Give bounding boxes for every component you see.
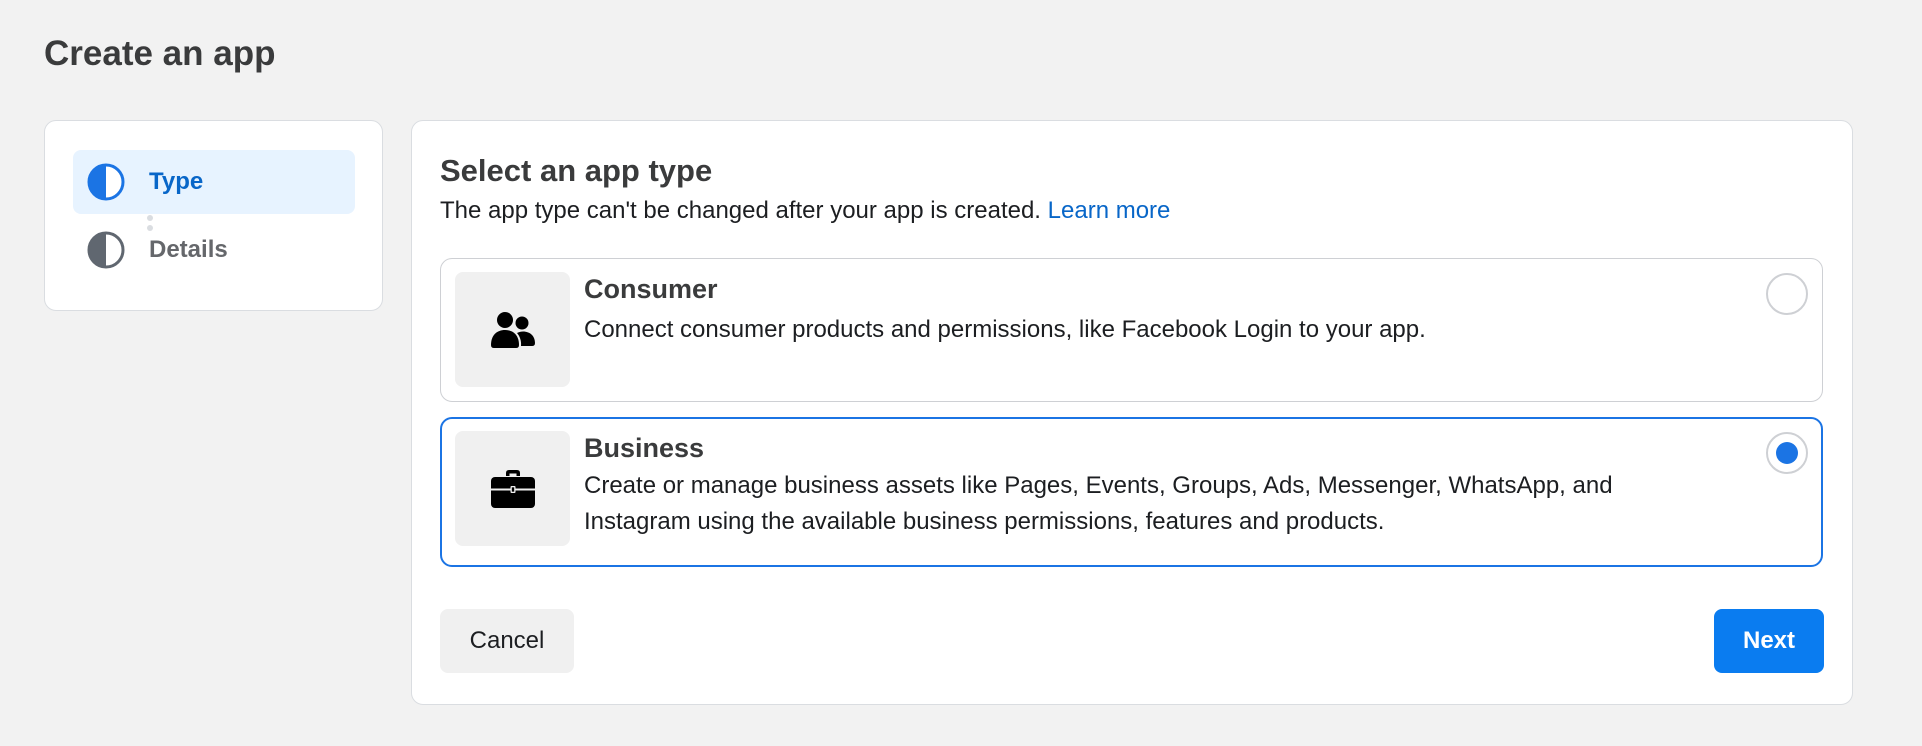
create-app-page: Create an app Type Details Select an app… — [0, 0, 1922, 746]
consumer-radio[interactable] — [1766, 273, 1808, 315]
section-subtitle: The app type can't be changed after your… — [440, 197, 1170, 225]
step-type-label: Type — [149, 168, 204, 195]
radio-selected-dot — [1776, 442, 1798, 464]
option-business[interactable]: Business Create or manage business asset… — [440, 417, 1823, 567]
option-consumer[interactable]: Consumer Connect consumer products and p… — [440, 258, 1823, 402]
half-circle-progress-icon — [87, 231, 125, 269]
option-icon-box — [455, 272, 570, 387]
page-title: Create an app — [44, 34, 276, 73]
half-circle-progress-icon — [87, 163, 125, 201]
stepper-card: Type Details — [44, 120, 383, 311]
option-consumer-description: Connect consumer products and permission… — [584, 316, 1426, 343]
subtitle-text: The app type can't be changed after your… — [440, 197, 1041, 224]
business-radio[interactable] — [1766, 432, 1808, 474]
app-type-card: Select an app type The app type can't be… — [411, 120, 1853, 705]
section-title: Select an app type — [440, 153, 713, 188]
step-details-label: Details — [149, 236, 228, 263]
learn-more-link[interactable]: Learn more — [1048, 197, 1171, 224]
option-icon-box — [455, 431, 570, 546]
option-consumer-title: Consumer — [584, 274, 718, 304]
people-icon — [490, 311, 535, 348]
cancel-button[interactable]: Cancel — [440, 609, 574, 673]
step-type[interactable]: Type — [73, 150, 355, 214]
briefcase-icon — [490, 469, 535, 508]
next-button[interactable]: Next — [1714, 609, 1824, 673]
step-details[interactable]: Details — [73, 218, 355, 282]
option-business-description: Create or manage business assets like Pa… — [584, 472, 1613, 535]
option-business-title: Business — [584, 433, 705, 463]
